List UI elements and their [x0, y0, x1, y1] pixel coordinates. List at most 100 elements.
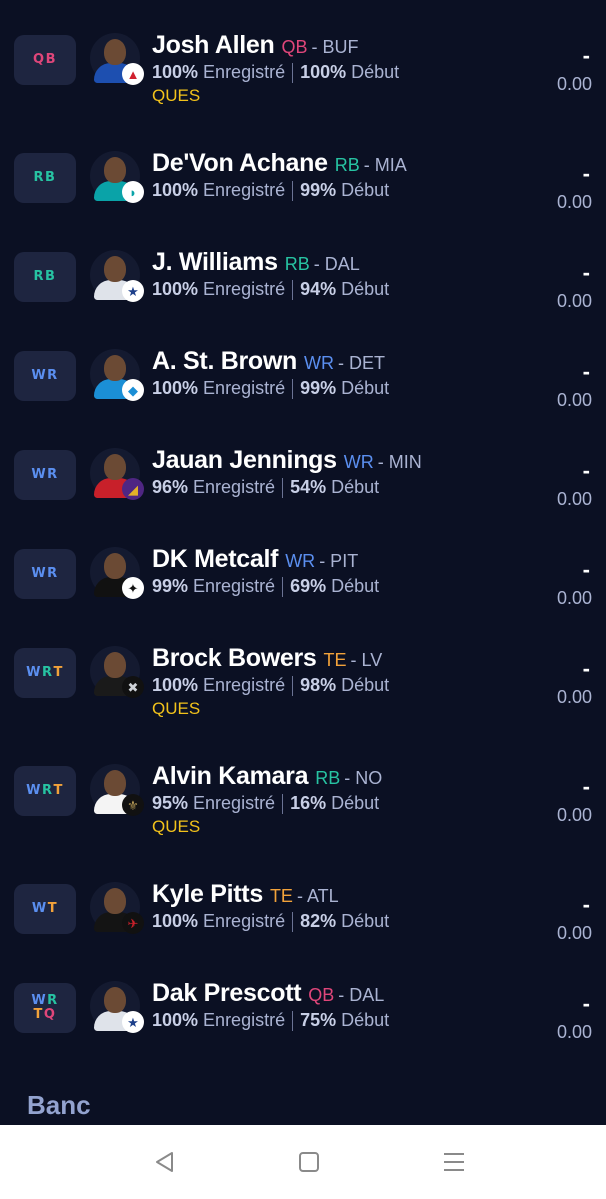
player-name[interactable]: DK Metcalf: [152, 545, 278, 574]
player-position: TE: [269, 886, 293, 906]
player-avatar[interactable]: ◗: [90, 151, 144, 203]
player-info: J. Williams RB - DAL 100% Enregistré 94% Début: [152, 248, 389, 300]
player-avatar[interactable]: ★: [90, 981, 144, 1033]
player-row[interactable]: W R T Q ★ Dak Prescott QB - DAL 100% Enregistré 75…: [0, 973, 606, 1063]
player-avatar[interactable]: ✖: [90, 646, 144, 698]
slot-letter: T: [53, 783, 64, 798]
projection-value: 0.00: [556, 687, 592, 707]
projection-value: 0.00: [556, 588, 592, 608]
rostered-label: Enregistré: [203, 675, 286, 695]
lineup-slot-badge[interactable]: WRTQ: [14, 983, 76, 1033]
projection-dash: -: [582, 458, 590, 483]
player-row[interactable]: W T ✈ Kyle Pitts TE - ATL 100% Enregistré 82% Déb…: [0, 874, 606, 964]
player-name[interactable]: Kyle Pitts: [152, 880, 263, 909]
projection-value: 0.00: [556, 923, 592, 943]
lineup-slot-badge[interactable]: WT: [14, 884, 76, 934]
slot-letter: W: [31, 901, 48, 916]
projection-dash: -: [582, 260, 590, 285]
lineup-slot-badge[interactable]: WR: [14, 450, 76, 500]
slot-letter: WR: [31, 566, 59, 581]
lineup-slot-badge[interactable]: WR: [14, 351, 76, 401]
player-team: - DAL: [338, 985, 385, 1005]
player-name-line: Dak Prescott QB - DAL: [152, 979, 389, 1008]
player-row[interactable]: RB ★ J. Williams RB - DAL 100% Enregistré 94% Dé…: [0, 242, 606, 332]
player-stats: 100% Enregistré 75% Début: [152, 1010, 389, 1031]
rostered-percent: 100%: [152, 279, 199, 299]
start-label: Début: [341, 911, 390, 931]
player-info: De'Von Achane RB - MIA 100% Enregistré 99% Déb…: [152, 149, 407, 201]
projection-value: 0.00: [556, 192, 592, 212]
rostered-label: Enregistré: [193, 477, 276, 497]
player-row[interactable]: WR ✦ DK Metcalf WR - PIT 99% Enregistré 69% Débu…: [0, 539, 606, 629]
home-square-icon[interactable]: [296, 1149, 322, 1175]
falcons-logo-icon: ✈: [122, 912, 144, 934]
player-row[interactable]: RB ◗ De'Von Achane RB - MIA 100% Enregistré 99%…: [0, 143, 606, 233]
slot-letter: T: [53, 665, 64, 680]
player-info: Jauan Jennings WR - MIN 96% Enregistré 54% Déb…: [152, 446, 422, 498]
player-avatar[interactable]: ◆: [90, 349, 144, 401]
player-stats: 100% Enregistré 99% Début: [152, 180, 407, 201]
slot-letter: W: [26, 783, 42, 798]
player-position: QB: [308, 985, 335, 1005]
player-name[interactable]: Josh Allen: [152, 31, 275, 60]
player-avatar[interactable]: ⚜: [90, 764, 144, 816]
stats-divider: [292, 279, 294, 300]
player-avatar[interactable]: ◢: [90, 448, 144, 500]
projection-value: 0.00: [556, 805, 592, 825]
stats-divider: [292, 675, 294, 696]
player-team: - LV: [350, 650, 383, 670]
player-head-shape: [104, 888, 126, 914]
lineup-slot-badge[interactable]: RB: [14, 153, 76, 203]
player-avatar[interactable]: ✦: [90, 547, 144, 599]
player-position: TE: [323, 650, 347, 670]
player-name[interactable]: Jauan Jennings: [152, 446, 337, 475]
back-triangle-icon[interactable]: [152, 1149, 178, 1175]
lineup-slot-badge[interactable]: QB: [14, 35, 76, 85]
injury-status: QUES: [152, 817, 201, 836]
rostered-percent: 100%: [152, 62, 199, 82]
projection-dash: -: [582, 656, 590, 681]
start-percent: 69%: [290, 576, 327, 596]
player-name[interactable]: De'Von Achane: [152, 149, 328, 178]
rostered-percent: 100%: [152, 911, 199, 931]
projection-dash: -: [582, 557, 590, 582]
projection-value: 0.00: [556, 1022, 592, 1042]
lineup-slot-badge[interactable]: WRT: [14, 766, 76, 816]
start-percent: 100%: [300, 62, 347, 82]
player-name[interactable]: Brock Bowers: [152, 644, 317, 673]
lineup-slot-badge[interactable]: WRT: [14, 648, 76, 698]
player-position: WR: [343, 452, 374, 472]
lineup-slot-badge[interactable]: RB: [14, 252, 76, 302]
player-position: WR: [285, 551, 316, 571]
slot-letter: R: [41, 783, 54, 798]
player-name[interactable]: Dak Prescott: [152, 979, 302, 1008]
player-team: - DET: [338, 353, 386, 373]
player-row[interactable]: WR ◆ A. St. Brown WR - DET 100% Enregistré 99% D…: [0, 341, 606, 431]
lineup-slot-badge[interactable]: WR: [14, 549, 76, 599]
rostered-label: Enregistré: [203, 911, 286, 931]
player-name[interactable]: A. St. Brown: [152, 347, 297, 376]
player-info: Brock Bowers TE - LV 100% Enregistré 98% Début…: [152, 644, 389, 719]
rostered-label: Enregistré: [203, 279, 286, 299]
player-row[interactable]: WR ◢ Jauan Jennings WR - MIN 96% Enregistré 54%…: [0, 440, 606, 530]
projection-dash: -: [582, 359, 590, 384]
player-row[interactable]: W R T ✖ Brock Bowers TE - LV 100% Enregistré 98% D…: [0, 638, 606, 728]
player-avatar[interactable]: ▲: [90, 33, 144, 85]
player-name[interactable]: Alvin Kamara: [152, 762, 309, 791]
player-avatar[interactable]: ✈: [90, 882, 144, 934]
player-avatar[interactable]: ★: [90, 250, 144, 302]
player-stats: 95% Enregistré 16% Début: [152, 793, 382, 814]
projection-dash: -: [582, 991, 590, 1016]
rostered-percent: 99%: [152, 576, 189, 596]
slot-letter: W: [26, 665, 42, 680]
player-name-line: De'Von Achane RB - MIA: [152, 149, 407, 178]
stats-divider: [292, 62, 294, 83]
player-row[interactable]: W R T ⚜ Alvin Kamara RB - NO 95% Enregistré 16% Dé…: [0, 756, 606, 846]
player-name[interactable]: J. Williams: [152, 248, 278, 277]
projection-dash: -: [582, 774, 590, 799]
player-row[interactable]: QB ▲ Josh Allen QB - BUF 100% Enregistré 100% Dé…: [0, 25, 606, 115]
projection-dash: -: [582, 161, 590, 186]
menu-lines-icon[interactable]: [441, 1149, 467, 1175]
lions-logo-icon: ◆: [122, 379, 144, 401]
player-head-shape: [104, 770, 126, 796]
